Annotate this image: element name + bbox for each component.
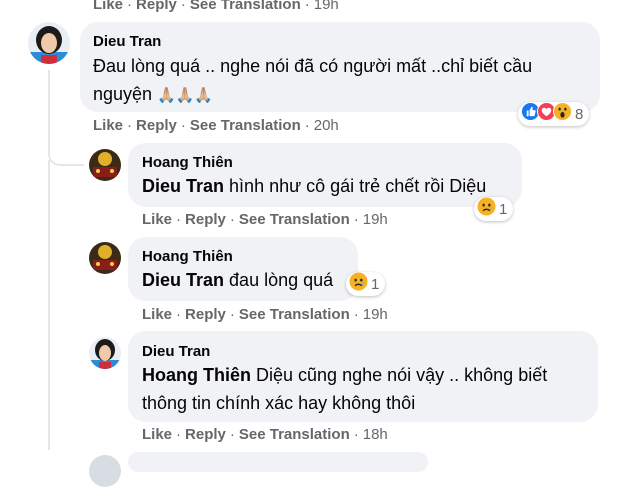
see-translation-link[interactable]: See Translation <box>239 426 350 443</box>
comment-bubble-partial <box>128 452 428 472</box>
reply-link[interactable]: Reply <box>185 426 226 443</box>
avatar[interactable] <box>89 455 121 487</box>
comment-text: Hoang Thiên Diệu cũng nghe nói vậy .. kh… <box>142 365 548 413</box>
comment-timestamp[interactable]: 18h <box>363 426 388 443</box>
mention-link[interactable]: Hoang Thiên <box>142 365 251 385</box>
avatar[interactable] <box>89 337 121 369</box>
like-link[interactable]: Like <box>142 426 172 443</box>
comment-author[interactable]: Dieu Tran <box>142 343 210 360</box>
comment-actions: Like · Reply · See Translation · 18h <box>142 426 388 443</box>
reply-dieu-tran: Dieu Tran Hoang Thiên Diệu cũng nghe nói… <box>0 0 640 459</box>
